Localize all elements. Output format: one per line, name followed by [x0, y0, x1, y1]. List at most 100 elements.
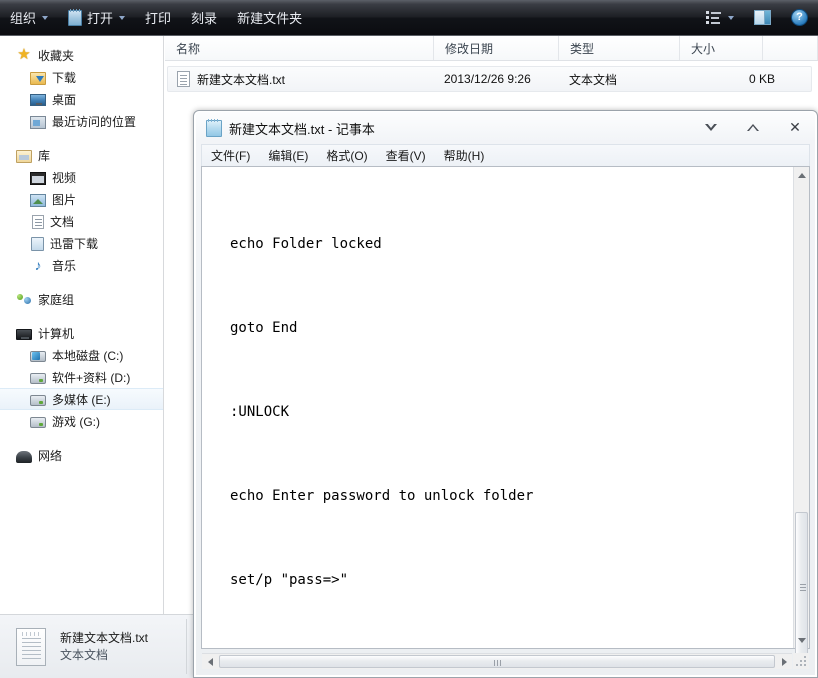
column-header-date-modified[interactable]: 修改日期 [434, 36, 559, 60]
sidebar-item-label: 网络 [38, 448, 63, 463]
sidebar-item-music[interactable]: ♪ 音乐 [0, 254, 163, 276]
sidebar-item-label: 图片 [52, 192, 77, 207]
toolbar-open-label: 打开 [87, 11, 114, 26]
sidebar-item-downloads[interactable]: 下载 [0, 66, 163, 88]
drive-icon [30, 373, 46, 384]
sidebar-item-drive-d[interactable]: 软件+资料 (D:) [0, 366, 163, 388]
menu-file[interactable]: 文件(F) [202, 146, 259, 166]
column-header-name[interactable]: 名称 [165, 36, 434, 60]
recent-places-icon [30, 115, 46, 129]
table-row[interactable]: 新建文本文档.txt 2013/12/26 9:26 文本文档 0 KB [167, 66, 812, 92]
toolbar-organize-button[interactable]: 组织 [1, 4, 57, 32]
scroll-left-button[interactable] [202, 654, 218, 670]
notepad-frame: 新建文本文档.txt - 记事本 ✕ 文件(F) 编辑(E) 格式(O) 查看(… [194, 111, 817, 677]
toolbar-print-label: 打印 [145, 11, 172, 26]
file-name-cell: 新建文本文档.txt [168, 71, 435, 88]
sidebar-item-label: 下载 [52, 70, 77, 85]
nav-group-network: 网络 [0, 444, 163, 466]
toolbar-preview-pane-button[interactable] [745, 4, 780, 32]
toolbar-help-button[interactable]: ? [782, 4, 817, 32]
toolbar-print-button[interactable]: 打印 [136, 4, 180, 32]
column-header-size[interactable]: 大小 [680, 36, 763, 60]
column-header-label: 大小 [691, 41, 716, 56]
file-date-cell: 2013/12/26 9:26 [444, 72, 531, 86]
sidebar-item-label: 视频 [52, 170, 77, 185]
sidebar-item-desktop[interactable]: 桌面 [0, 88, 163, 110]
text-line: :UNLOCK [230, 404, 290, 420]
vertical-scrollbar[interactable] [793, 167, 810, 662]
sidebar-item-pictures[interactable]: 图片 [0, 188, 163, 210]
chevron-down-icon [119, 15, 126, 20]
horizontal-scrollbar-thumb[interactable] [219, 655, 775, 668]
file-name-label: 新建文本文档.txt [197, 72, 286, 87]
navigation-pane[interactable]: ★ 收藏夹 下载 桌面 最近访问的位置 库 视频 图片 文档 迅雷下载 ♪ 音乐… [0, 36, 164, 614]
menu-view[interactable]: 查看(V) [377, 146, 435, 166]
window-controls: ✕ [701, 118, 805, 136]
text-file-icon [177, 71, 190, 87]
drive-icon [30, 417, 46, 428]
minimize-button[interactable] [701, 118, 721, 136]
nav-group-libraries: 库 视频 图片 文档 迅雷下载 ♪ 音乐 [0, 144, 163, 276]
column-header-type[interactable]: 类型 [559, 36, 680, 60]
notepad-menu-bar: 文件(F) 编辑(E) 格式(O) 查看(V) 帮助(H) [201, 144, 810, 166]
sidebar-item-label: 计算机 [38, 326, 75, 341]
preview-pane-icon [754, 10, 771, 25]
homegroup-icon [16, 291, 32, 307]
text-line: echo Folder locked [230, 236, 382, 252]
sidebar-item-label: 收藏夹 [38, 48, 75, 63]
nav-group-computer: 计算机 本地磁盘 (C:) 软件+资料 (D:) 多媒体 (E:) 游戏 (G:… [0, 322, 163, 432]
video-icon [30, 171, 46, 185]
menu-format[interactable]: 格式(O) [317, 146, 376, 166]
column-header-filler[interactable] [763, 36, 818, 60]
toolbar-burn-button[interactable]: 刻录 [182, 4, 226, 32]
nav-group-homegroup: 家庭组 [0, 288, 163, 310]
sidebar-item-recent-places[interactable]: 最近访问的位置 [0, 110, 163, 132]
sidebar-item-favorites[interactable]: ★ 收藏夹 [0, 44, 163, 66]
details-divider [186, 619, 187, 674]
explorer-window: 组织 打开 打印 刻录 新建文件夹 ? ★ 收藏夹 下载 桌面 最近访问的位置 … [0, 0, 818, 678]
sidebar-item-libraries[interactable]: 库 [0, 144, 163, 166]
network-icon [16, 450, 32, 463]
sidebar-item-drive-e[interactable]: 多媒体 (E:) [0, 388, 163, 410]
notepad-text-area[interactable]: echo Folder locked goto End :UNLOCK echo… [201, 166, 810, 649]
text-line: goto End [230, 320, 298, 336]
scroll-down-button[interactable] [794, 632, 810, 648]
details-file-name: 新建文本文档.txt [60, 630, 149, 645]
sidebar-item-drive-c[interactable]: 本地磁盘 (C:) [0, 344, 163, 366]
menu-help[interactable]: 帮助(H) [435, 146, 494, 166]
maximize-button[interactable] [743, 118, 763, 136]
sidebar-item-documents[interactable]: 文档 [0, 210, 163, 232]
toolbar-view-layout-button[interactable] [697, 4, 743, 32]
scroll-up-button[interactable] [794, 167, 810, 183]
close-button[interactable]: ✕ [785, 118, 805, 136]
thunder-download-icon [31, 236, 44, 251]
sidebar-item-thunder-download[interactable]: 迅雷下载 [0, 232, 163, 254]
view-layout-icon [706, 10, 722, 25]
file-type-cell: 文本文档 [569, 72, 618, 87]
column-header-label: 类型 [570, 41, 595, 56]
scroll-right-button[interactable] [776, 654, 792, 670]
chevron-down-icon [798, 637, 806, 643]
toolbar-new-folder-button[interactable]: 新建文件夹 [228, 4, 311, 32]
toolbar-open-button[interactable]: 打开 [59, 4, 134, 32]
details-file-type: 文本文档 [60, 647, 109, 662]
column-header-row: 名称 修改日期 类型 大小 [165, 36, 818, 61]
sidebar-item-homegroup[interactable]: 家庭组 [0, 288, 163, 310]
text-line: echo Enter password to unlock folder [230, 488, 534, 504]
sidebar-item-videos[interactable]: 视频 [0, 166, 163, 188]
horizontal-scrollbar[interactable] [202, 653, 792, 669]
sidebar-item-label: 文档 [50, 214, 75, 229]
menu-edit[interactable]: 编辑(E) [259, 146, 317, 166]
sidebar-item-computer[interactable]: 计算机 [0, 322, 163, 344]
notepad-window[interactable]: 新建文本文档.txt - 记事本 ✕ 文件(F) 编辑(E) 格式(O) 查看(… [193, 110, 818, 678]
details-text-block: 新建文本文档.txt 文本文档 [60, 630, 148, 664]
notepad-icon [68, 8, 83, 26]
sidebar-item-network[interactable]: 网络 [0, 444, 163, 466]
resize-grip[interactable] [793, 653, 809, 669]
notepad-icon [206, 118, 222, 137]
sidebar-item-drive-g[interactable]: 游戏 (G:) [0, 410, 163, 432]
drive-icon [30, 395, 46, 406]
chevron-right-icon [781, 658, 787, 666]
sidebar-item-label: 多媒体 (E:) [52, 392, 111, 407]
chevron-up-icon [798, 172, 806, 178]
